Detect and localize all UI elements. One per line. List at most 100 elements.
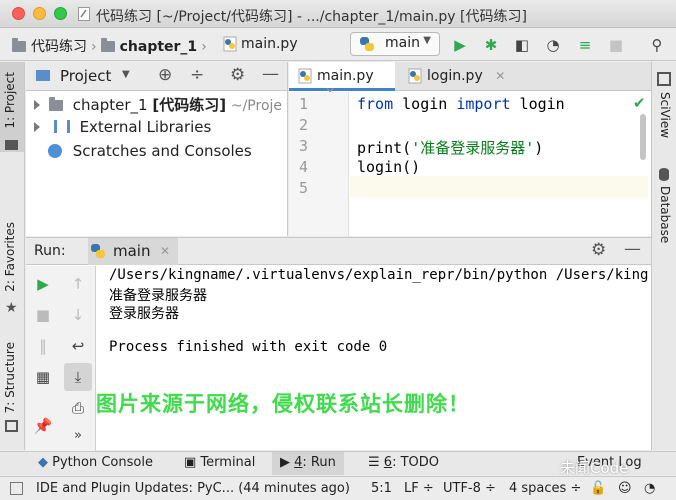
run-icon[interactable]: ▶ <box>450 35 470 55</box>
database-icon <box>659 168 669 181</box>
breadcrumb-separator-icon: › <box>201 39 207 55</box>
hide-panel-icon[interactable]: — <box>624 239 641 259</box>
run-tab-main[interactable]: main ✕ <box>88 238 178 265</box>
tab-label: login.py <box>427 68 483 84</box>
editor-scrollbar[interactable] <box>640 114 646 160</box>
locate-file-icon[interactable]: ⊕ <box>158 65 172 85</box>
tab-label: : TODO <box>392 455 439 470</box>
run-configuration-select[interactable]: main ▼ <box>350 32 440 56</box>
layout-icon[interactable]: ▦ <box>33 367 53 387</box>
breadcrumb-file[interactable]: main.py <box>241 36 298 52</box>
gear-icon[interactable]: ⚙ <box>230 65 245 85</box>
inspector-icon[interactable]: ☺ <box>618 481 632 496</box>
navigation-bar: 代码练习›chapter_1› main.py main ▼ ▶ ✱ ◧ ◔ ≡… <box>0 29 676 61</box>
up-arrow-icon[interactable]: ↑ <box>68 274 88 294</box>
tab-structure[interactable]: 7: Structure <box>3 342 17 413</box>
python-icon <box>359 36 375 52</box>
star-icon: ★ <box>5 300 18 316</box>
line-number: 2 <box>299 116 308 134</box>
tree-item-chapter1[interactable]: chapter_1 [代码练习] ~/Proje <box>26 94 282 118</box>
tab-terminal[interactable]: ▣ Terminal <box>184 455 255 470</box>
profile-icon[interactable]: ◔ <box>543 35 563 55</box>
expand-arrow-icon[interactable] <box>34 122 40 132</box>
breadcrumb-project[interactable]: 代码练习 <box>31 39 87 55</box>
rerun-icon[interactable]: ▶ <box>33 274 53 294</box>
search-icon[interactable]: ⚲ <box>647 35 667 55</box>
status-encoding[interactable]: UTF-8 ÷ <box>443 481 496 496</box>
more-icon[interactable]: » <box>68 426 88 446</box>
tool-windows-icon[interactable] <box>10 482 23 495</box>
tab-run[interactable]: ▶ 4: Run <box>272 452 344 475</box>
tab-label: Terminal <box>200 455 255 470</box>
soft-wrap-icon[interactable]: ↩ <box>68 336 88 356</box>
line-number: 3 <box>299 137 308 155</box>
line-number: 4 <box>299 158 308 176</box>
project-panel-title[interactable]: Project <box>60 67 111 85</box>
tab-label: Python Console <box>52 455 153 470</box>
chevron-down-icon[interactable]: ▼ <box>122 69 130 80</box>
project-panel-header: Project ▼ ⊕ ÷ ⚙ — <box>26 62 287 91</box>
pause-icon[interactable]: ‖ <box>33 336 53 356</box>
status-message[interactable]: IDE and Plugin Updates: PyC... (44 minut… <box>36 481 350 496</box>
close-window-button[interactable] <box>12 7 25 20</box>
minimize-window-button[interactable] <box>33 7 46 20</box>
debug-bug-icon[interactable]: ✱ <box>481 35 501 55</box>
tab-database[interactable]: Database <box>658 186 672 243</box>
tree-item-label: Scratches and Consoles <box>73 142 252 160</box>
status-caret-position[interactable]: 5:1 <box>371 481 392 496</box>
left-tool-strip: 1: Project 2: Favorites ★ 7: Structure <box>0 62 25 450</box>
hide-panel-icon[interactable]: — <box>262 64 279 84</box>
watermark-text: 图片来源于网络，侵权联系站长删除！ <box>96 388 470 418</box>
notification-icon[interactable]: ◔ <box>644 481 655 496</box>
tree-item-external-libraries[interactable]: External Libraries <box>26 118 211 142</box>
down-arrow-icon[interactable]: ↓ <box>68 305 88 325</box>
gear-icon[interactable]: ⚙ <box>591 240 606 260</box>
scratches-icon <box>48 144 62 158</box>
line-number: 5 <box>299 179 308 197</box>
breadcrumb: 代码练习›chapter_1› <box>12 36 211 56</box>
scroll-to-end-icon[interactable]: ⤓ <box>64 363 92 391</box>
status-indent[interactable]: 4 spaces ÷ <box>509 481 581 496</box>
zoom-window-button[interactable] <box>54 7 67 20</box>
status-bar: IDE and Plugin Updates: PyC... (44 minut… <box>0 476 676 500</box>
tab-sciview[interactable]: SciView <box>658 92 672 138</box>
right-tool-strip: SciView Database <box>651 62 676 450</box>
console-line: Process finished with exit code 0 <box>109 339 387 355</box>
breadcrumb-folder[interactable]: chapter_1 <box>120 39 198 55</box>
tab-project[interactable]: 1: Project <box>3 72 17 129</box>
expand-arrow-icon[interactable] <box>34 100 40 110</box>
tab-login-py[interactable]: login.py ✕ <box>399 62 509 91</box>
close-tab-icon[interactable]: ✕ <box>160 244 170 258</box>
pin-icon[interactable]: 📌 <box>33 416 53 436</box>
code-identifier: login <box>511 95 565 113</box>
tree-item-scratches[interactable]: Scratches and Consoles <box>48 142 252 166</box>
code-identifier: print( <box>357 139 411 157</box>
tab-favorites[interactable]: 2: Favorites <box>3 222 17 292</box>
tab-main-py[interactable]: main.py ✕ <box>289 62 395 91</box>
tab-python-console[interactable]: ◆ Python Console <box>38 455 153 470</box>
tab-todo[interactable]: ☰ 6: TODO <box>368 455 439 470</box>
lock-icon[interactable]: 🔓 <box>590 481 606 496</box>
python-file-icon <box>407 68 423 84</box>
close-tab-icon[interactable]: ✕ <box>495 69 505 83</box>
folder-icon <box>49 100 63 111</box>
tree-item-path: ~/Proje <box>231 98 282 114</box>
inspection-ok-icon[interactable]: ✔ <box>633 94 646 112</box>
run-with-coverage-icon[interactable]: ◧ <box>512 35 532 55</box>
print-icon[interactable]: ⎙ <box>68 398 88 418</box>
stop-icon[interactable]: ■ <box>606 35 626 55</box>
todo-icon: ☰ <box>368 455 380 470</box>
stop-icon[interactable]: ■ <box>33 305 53 325</box>
code-line-1[interactable]: from login import login <box>357 95 565 113</box>
code-line-4[interactable]: login() <box>357 158 420 176</box>
code-line-3[interactable]: print('准备登录服务器') <box>357 137 543 158</box>
run-tab-label: main <box>113 242 150 260</box>
collapse-all-icon[interactable]: ÷ <box>190 65 204 85</box>
status-line-separator[interactable]: LF ÷ <box>404 481 434 496</box>
project-view-icon <box>36 70 50 81</box>
tree-item-label: External Libraries <box>80 118 212 136</box>
concurrency-diagram-icon[interactable]: ≡ <box>575 35 595 55</box>
editor-tabs: main.py ✕ login.py ✕ <box>289 62 651 91</box>
tab-mnemonic: 6 <box>384 455 392 470</box>
run-panel-label: Run: <box>34 243 66 259</box>
